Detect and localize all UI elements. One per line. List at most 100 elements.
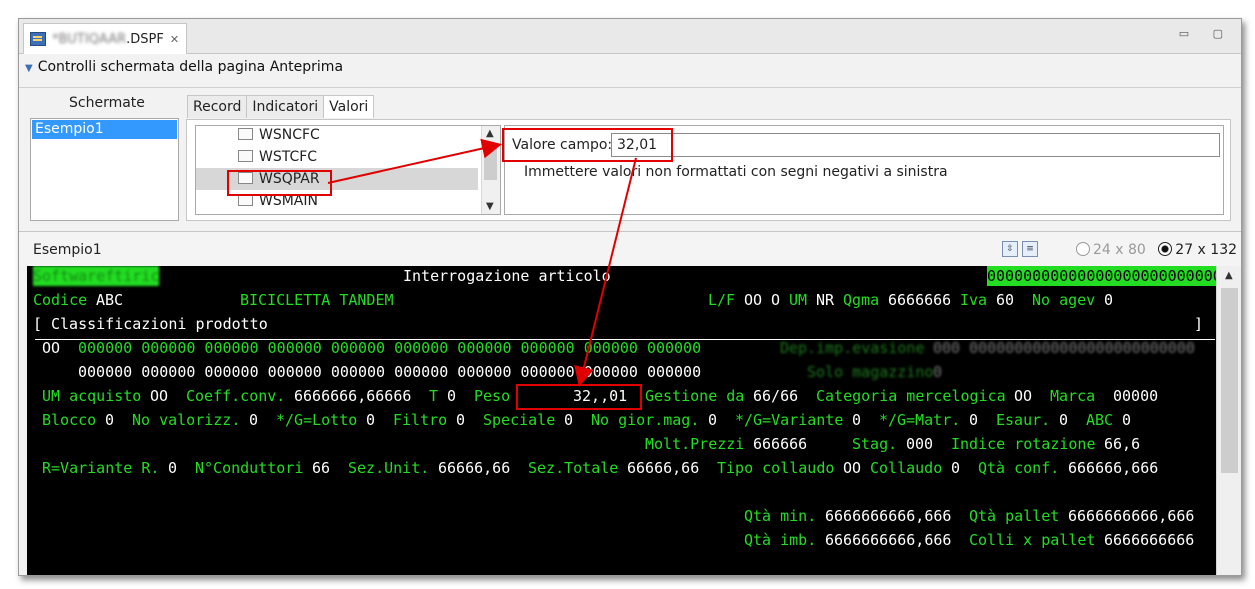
tree-item-wstcfc[interactable]: WSTCFC <box>196 146 478 168</box>
valore-hint: Immettere valori non formattati con segn… <box>524 164 948 180</box>
qta-min-label: Qtà min. <box>744 507 817 525</box>
class-values-row1: 000000 000000 000000 000000 000000 00000… <box>78 339 702 357</box>
class-values-row2: 000000 000000 000000 000000 000000 00000… <box>78 363 702 381</box>
esaur-label: Esaur. <box>996 411 1051 429</box>
no-gior-mag-label: No gior.mag. <box>591 411 700 429</box>
preview-title: Esempio1 <box>33 242 102 258</box>
tab-indicatori[interactable]: Indicatori <box>246 95 325 118</box>
classificazioni-label: Classificazioni prodotto <box>51 315 268 333</box>
t-value: 0 <box>447 387 457 405</box>
um-acquisto-label: UM acquisto <box>42 387 142 405</box>
fields-list-icon[interactable]: ≡ <box>1022 241 1038 257</box>
qgma-label: Qgma <box>843 291 880 309</box>
section-title: Controlli schermata della pagina Antepri… <box>37 59 344 75</box>
scroll-thumb[interactable] <box>1221 288 1238 473</box>
lf-label: L/F <box>708 291 736 309</box>
marca-label: Marca <box>1050 387 1096 405</box>
qta-pallet-value: 6666666666,666 <box>1068 507 1195 525</box>
blocco-value: 0 <box>105 411 115 429</box>
tree-item-label: WSNCFC <box>259 127 320 143</box>
scroll-up-icon[interactable]: ▲ <box>486 128 494 139</box>
gestione-da-value: 66/66 <box>753 387 799 405</box>
editor-tab-dspf[interactable]: *BUTIQAAR .DSPF ✕ <box>23 23 187 54</box>
molt-prezzi-value: 666666 <box>753 435 808 453</box>
schermate-list[interactable]: Esempio1 <box>30 118 179 221</box>
qta-min-value: 6666666666,666 <box>825 507 952 525</box>
sez-totale-value: 66666,66 <box>627 459 700 477</box>
schermate-item-esempio1[interactable]: Esempio1 <box>32 120 177 139</box>
iva-value: 60 <box>996 291 1015 309</box>
collaudo-label: Collaudo <box>870 459 943 477</box>
categoria-label: Categoria mercelogica <box>816 387 1006 405</box>
um-label: UM <box>789 291 808 309</box>
property-tabs: Record Indicatori Valori <box>187 95 375 119</box>
qta-pallet-label: Qtà pallet <box>969 507 1060 525</box>
marca-value: 00000 <box>1113 387 1159 405</box>
iva-label: Iva <box>960 291 988 309</box>
section-header[interactable]: ▼ Controlli schermata della pagina Antepr… <box>25 59 343 75</box>
stag-value: 000 <box>906 435 934 453</box>
collaudo-value: 0 <box>951 459 961 477</box>
molt-prezzi-label: Molt.Prezzi <box>645 435 745 453</box>
matr-value: 0 <box>969 411 979 429</box>
class-lead-value: OO <box>42 339 61 357</box>
tree-item-wsncfc[interactable]: WSNCFC <box>196 126 478 146</box>
matr-label: */G=Matr. <box>879 411 961 429</box>
section-bracket-close: ] <box>1194 315 1204 333</box>
header-zeros-field: 00000000000000000000000000 <box>987 266 1216 286</box>
abc-label: ABC <box>1086 411 1114 429</box>
r-variante-value: 0 <box>168 459 178 477</box>
indice-rotazione-label: Indice rotazione <box>951 435 1096 453</box>
radio-24x80[interactable] <box>1076 242 1090 256</box>
lotto-label: */G=Lotto <box>276 411 358 429</box>
highlight-valore-campo <box>502 128 673 162</box>
solo-magazzino-value-blurred: 0 <box>933 363 943 381</box>
field-icon <box>238 128 253 140</box>
filtro-value: 0 <box>456 411 466 429</box>
sez-unit-label: Sez.Unit. <box>348 459 430 477</box>
peso-label: Peso <box>474 387 511 405</box>
close-tab-icon[interactable]: ✕ <box>170 33 179 46</box>
variante-label: */G=Variante <box>735 411 844 429</box>
speciale-value: 0 <box>564 411 574 429</box>
gestione-da-label: Gestione da <box>645 387 745 405</box>
terminal-scrollbar[interactable]: ▲ <box>1216 266 1241 575</box>
valore-campo-input[interactable]: 32,01 <box>611 133 1220 157</box>
filtro-label: Filtro <box>393 411 448 429</box>
qta-conf-value: 666666,666 <box>1068 459 1159 477</box>
scroll-thumb[interactable] <box>484 144 497 180</box>
scroll-down-icon[interactable]: ▼ <box>486 201 494 212</box>
terminal-preview: Softwareftiric Interrogazione articolo 0… <box>27 266 1216 575</box>
preview-toolbar: Esempio1 ⇳ ≡ 24 x 80 27 x 132 <box>19 231 1241 266</box>
radio-27x132[interactable] <box>1158 242 1173 256</box>
colli-x-pallet-value: 6666666666 <box>1104 531 1195 549</box>
tab-record[interactable]: Record <box>187 95 248 118</box>
indice-rotazione-value: 66,6 <box>1104 435 1141 453</box>
editor-tab-bar: *BUTIQAAR .DSPF ✕ ▭ ▢ <box>19 19 1241 54</box>
tab-valori[interactable]: Valori <box>323 95 375 118</box>
codice-value: ABC <box>96 291 124 309</box>
n-conduttori-value: 66 <box>312 459 331 477</box>
noagev-label: No agev <box>1032 291 1096 309</box>
t-label: T <box>429 387 439 405</box>
schermate-label: Schermate <box>69 95 145 111</box>
window-buttons[interactable]: ▭ ▢ <box>1179 27 1233 40</box>
field-icon <box>238 150 253 162</box>
highlight-peso <box>516 384 642 410</box>
collapse-triangle-icon[interactable]: ▼ <box>25 63 33 74</box>
scroll-up-icon[interactable]: ▲ <box>1225 270 1233 281</box>
coeff-conv-value: 6666666,66666 <box>294 387 412 405</box>
fit-icon[interactable]: ⇳ <box>1002 241 1018 257</box>
tree-scrollbar[interactable]: ▲ ▼ <box>481 126 500 214</box>
speciale-label: Speciale <box>483 411 556 429</box>
lotto-value: 0 <box>366 411 376 429</box>
um-acquisto-value: OO <box>150 387 169 405</box>
no-valorizz-value: 0 <box>249 411 259 429</box>
dep-imp-label-blurred: Dep.imp.evasione <box>780 339 925 357</box>
tipo-collaudo-label: Tipo collaudo <box>717 459 835 477</box>
tree-item-label: WSTCFC <box>259 149 318 165</box>
qta-imb-value: 6666666666,666 <box>825 531 952 549</box>
user-field-blurred: Softwareftiric <box>33 266 160 286</box>
r-variante-label: R=Variante R. <box>42 459 160 477</box>
section-bracket-open: [ <box>33 315 43 333</box>
